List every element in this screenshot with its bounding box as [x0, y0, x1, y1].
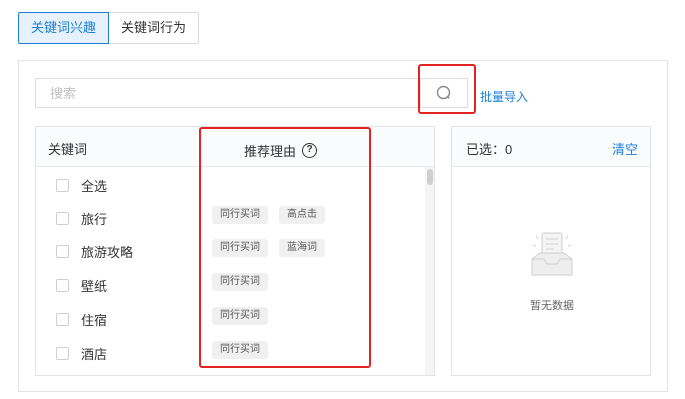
keyword-list-header: 关键词 推荐理由 ? — [36, 127, 434, 167]
keyword-label: 住宿 — [81, 312, 108, 328]
keyword-label: 旅行 — [81, 211, 108, 227]
list-item[interactable]: 全选 — [56, 175, 107, 195]
list-item[interactable]: 酒店 — [56, 343, 107, 363]
reason-tag: 蓝海词 — [279, 239, 325, 257]
reason-tag: 同行买词 — [212, 341, 268, 359]
tab-group: 关键词兴趣 关键词行为 — [18, 12, 200, 44]
tab-keyword-behavior[interactable]: 关键词行为 — [109, 12, 200, 44]
keyword-label: 全选 — [81, 178, 108, 194]
reason-tag: 同行买词 — [212, 307, 268, 325]
keyword-label: 酒店 — [81, 346, 108, 362]
batch-import-link[interactable]: 批量导入 — [480, 88, 528, 105]
reason-tag: 同行买词 — [212, 273, 268, 291]
reason-column-header: 推荐理由 ? — [244, 141, 318, 160]
empty-state-text: 暂无数据 — [530, 300, 574, 312]
list-item[interactable]: 壁纸 — [56, 275, 107, 295]
highlight-box-search — [418, 64, 476, 114]
help-icon[interactable]: ? — [302, 143, 318, 158]
reason-tag: 高点击 — [279, 206, 325, 224]
search-input[interactable] — [35, 78, 420, 108]
keyword-column-header: 关键词 — [48, 142, 88, 157]
list-item[interactable]: 住宿 — [56, 309, 107, 329]
keyword-checkbox[interactable] — [56, 278, 69, 292]
empty-box-icon — [531, 232, 573, 276]
keyword-label: 壁纸 — [81, 278, 108, 294]
selected-count: 已选：0 — [466, 142, 513, 157]
selected-panel-header: 已选：0 清空 — [452, 127, 650, 167]
tab-keyword-interest[interactable]: 关键词兴趣 — [18, 12, 110, 44]
select-all-checkbox[interactable] — [56, 178, 69, 192]
selected-panel: 已选：0 清空 暂无数据 — [451, 126, 651, 376]
list-scrollbar[interactable] — [425, 167, 434, 375]
reason-tag: 同行买词 — [212, 206, 268, 224]
list-item[interactable]: 旅行 — [56, 208, 107, 228]
keyword-list-panel: 关键词 推荐理由 ? 全选 旅行 同行买词 高点击 旅游攻略 同行买词 蓝海词 … — [35, 126, 435, 376]
keyword-label: 旅游攻略 — [81, 244, 134, 260]
reason-tag: 同行买词 — [212, 239, 268, 257]
keyword-checkbox[interactable] — [56, 244, 69, 258]
clear-button[interactable]: 清空 — [612, 139, 638, 158]
keyword-checkbox[interactable] — [56, 211, 69, 225]
reason-header-label: 推荐理由 — [244, 144, 297, 159]
keyword-checkbox[interactable] — [56, 346, 69, 360]
list-item[interactable]: 旅游攻略 — [56, 241, 133, 261]
keyword-checkbox[interactable] — [56, 312, 69, 326]
scrollbar-thumb[interactable] — [427, 169, 433, 185]
